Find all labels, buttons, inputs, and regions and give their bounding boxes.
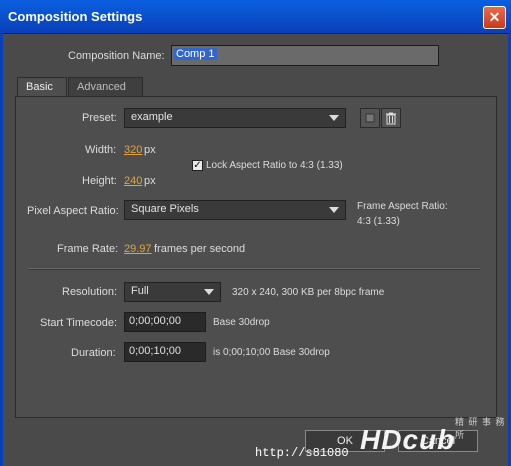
- height-label: Height:: [82, 175, 117, 187]
- preset-label: Preset:: [82, 112, 117, 124]
- divider: [28, 268, 480, 270]
- tab-basic[interactable]: Basic: [17, 77, 67, 97]
- chevron-down-icon: [329, 207, 339, 213]
- start-timecode-input[interactable]: 0;00;00;00: [124, 312, 206, 332]
- resolution-label: Resolution:: [62, 286, 118, 298]
- width-unit: px: [144, 144, 156, 156]
- height-unit: px: [144, 175, 156, 187]
- pixel-aspect-label: Pixel Aspect Ratio:: [27, 205, 119, 217]
- pixel-aspect-value: Square Pixels: [131, 203, 199, 215]
- save-icon: [365, 113, 375, 123]
- comp-name-value: Comp 1: [174, 48, 217, 60]
- resolution-value: Full: [131, 285, 149, 297]
- start-timecode-note: Base 30drop: [213, 317, 270, 328]
- close-icon: ✕: [488, 9, 501, 25]
- window-title: Composition Settings: [8, 9, 143, 24]
- frame-aspect-value: 4:3 (1.33): [357, 216, 400, 227]
- close-button[interactable]: ✕: [483, 6, 506, 29]
- frame-aspect-label: Frame Aspect Ratio:: [357, 201, 448, 212]
- height-value[interactable]: 240: [124, 175, 142, 187]
- duration-input[interactable]: 0;00;10;00: [124, 342, 206, 362]
- lock-aspect-label: Lock Aspect Ratio to 4:3 (1.33): [206, 160, 343, 171]
- start-timecode-value: 0;00;00;00: [129, 315, 181, 327]
- watermark-logo: HDcub: [360, 424, 456, 455]
- delete-preset-button[interactable]: [381, 108, 401, 128]
- tab-advanced[interactable]: Advanced: [68, 77, 143, 97]
- frame-rate-unit: frames per second: [154, 243, 246, 255]
- watermark-url: http://s81080: [255, 446, 349, 460]
- frame-rate-value[interactable]: 29.97: [124, 243, 152, 255]
- chevron-down-icon: [204, 289, 214, 295]
- watermark-cjk: 精 研 事 務 所: [455, 417, 506, 440]
- title-bar: Composition Settings ✕: [0, 0, 511, 34]
- duration-label: Duration:: [71, 347, 116, 359]
- duration-value: 0;00;10;00: [129, 345, 181, 357]
- resolution-info: 320 x 240, 300 KB per 8bpc frame: [232, 287, 385, 298]
- preset-value: example: [131, 111, 173, 123]
- comp-name-label: Composition Name:: [68, 50, 165, 62]
- chevron-down-icon: [329, 115, 339, 121]
- save-preset-button[interactable]: [360, 108, 380, 128]
- comp-name-input[interactable]: Comp 1: [171, 45, 439, 66]
- checkmark-icon: ✓: [193, 160, 202, 171]
- duration-note: is 0;00;10;00 Base 30drop: [213, 347, 330, 358]
- frame-rate-label: Frame Rate:: [57, 243, 119, 255]
- preset-dropdown[interactable]: example: [124, 108, 346, 128]
- pixel-aspect-dropdown[interactable]: Square Pixels: [124, 200, 346, 220]
- start-timecode-label: Start Timecode:: [40, 317, 118, 329]
- trash-icon: [386, 112, 396, 125]
- resolution-dropdown[interactable]: Full: [124, 282, 221, 302]
- lock-aspect-checkbox[interactable]: ✓: [192, 160, 203, 171]
- width-label: Width:: [85, 144, 117, 156]
- width-value[interactable]: 320: [124, 144, 142, 156]
